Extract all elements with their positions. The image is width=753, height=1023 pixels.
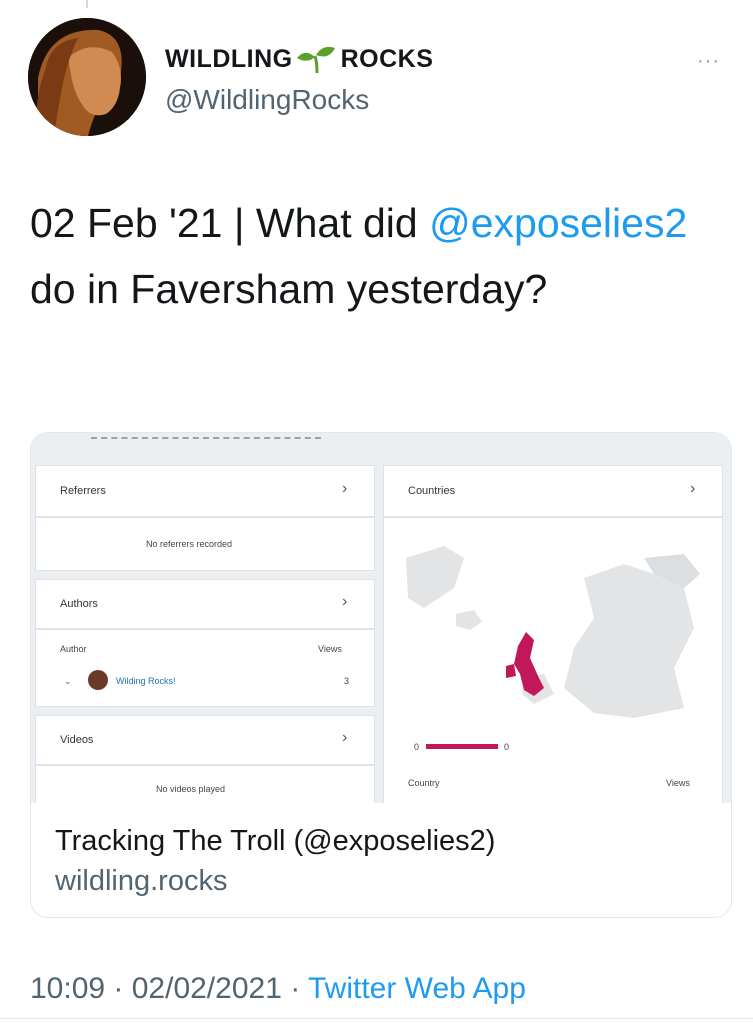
videos-body: No videos played (35, 765, 375, 803)
countries-map (406, 546, 700, 718)
videos-panel[interactable]: Videos › (35, 715, 375, 765)
avatar-image (28, 18, 146, 136)
country-column-header: Country (408, 778, 440, 788)
tweet-text-after: do in Faversham yesterday? (30, 266, 548, 312)
divider (0, 1018, 753, 1019)
referrers-empty: No referrers recorded (146, 539, 233, 549)
card-domain: wildling.rocks (55, 865, 228, 897)
legend-bar (426, 744, 498, 749)
country-views-column-header: Views (666, 778, 690, 788)
author-avatar (88, 670, 108, 690)
link-card[interactable]: Referrers › No referrers recorded Author… (30, 432, 732, 918)
avatar[interactable] (28, 18, 146, 136)
card-footer[interactable]: Tracking The Troll (@exposelies2) wildli… (31, 803, 731, 917)
countries-body: 0 0 Country Views (383, 517, 723, 803)
referrers-panel[interactable]: Referrers › (35, 465, 375, 517)
faded-header (91, 433, 321, 439)
thread-line (86, 0, 88, 8)
legend-max: 0 (504, 742, 510, 752)
mention-link[interactable]: @exposelies2 (429, 200, 687, 246)
videos-empty: No videos played (156, 784, 226, 794)
referrers-body: No referrers recorded (35, 517, 375, 571)
tweet-timestamp[interactable]: 10:09 · 02/02/2021 · (30, 972, 308, 1005)
countries-title: Countries (408, 485, 456, 497)
authors-body: Author Views ⌄ Wilding Rocks! 3 (35, 629, 375, 707)
sprout-icon (295, 44, 339, 74)
tweet-text: 02 Feb '21 | What did @exposelies2 do in… (30, 190, 710, 322)
authors-panel[interactable]: Authors › (35, 579, 375, 629)
card-title: Tracking The Troll (@exposelies2) (55, 825, 496, 857)
author-views: 3 (344, 676, 350, 686)
more-options-icon[interactable]: ··· (697, 50, 720, 73)
display-name[interactable]: WILDLING ROCKS (165, 44, 433, 74)
views-column-header: Views (318, 644, 342, 654)
countries-panel[interactable]: Countries › (383, 465, 723, 517)
legend-min: 0 (414, 742, 420, 752)
display-name-right: ROCKS (340, 44, 434, 73)
chevron-right-icon: › (342, 593, 348, 610)
videos-title: Videos (60, 734, 94, 746)
authors-title: Authors (60, 598, 98, 610)
tweet-text-before: 02 Feb '21 | What did (30, 200, 430, 246)
card-image: Referrers › No referrers recorded Author… (31, 433, 731, 803)
author-name[interactable]: Wilding Rocks! (116, 676, 176, 686)
chevron-right-icon: › (342, 480, 348, 497)
referrers-title: Referrers (60, 485, 106, 497)
chevron-right-icon: › (690, 480, 696, 497)
tweet-meta: 10:09 · 02/02/2021 · Twitter Web App (30, 972, 526, 1006)
author-column-header: Author (60, 644, 87, 654)
source-app-link[interactable]: Twitter Web App (308, 972, 526, 1005)
chevron-down-icon[interactable]: ⌄ (64, 676, 72, 687)
display-name-left: WILDLING (165, 44, 293, 73)
chevron-right-icon: › (342, 729, 348, 746)
user-handle[interactable]: @WildlingRocks (165, 84, 369, 116)
